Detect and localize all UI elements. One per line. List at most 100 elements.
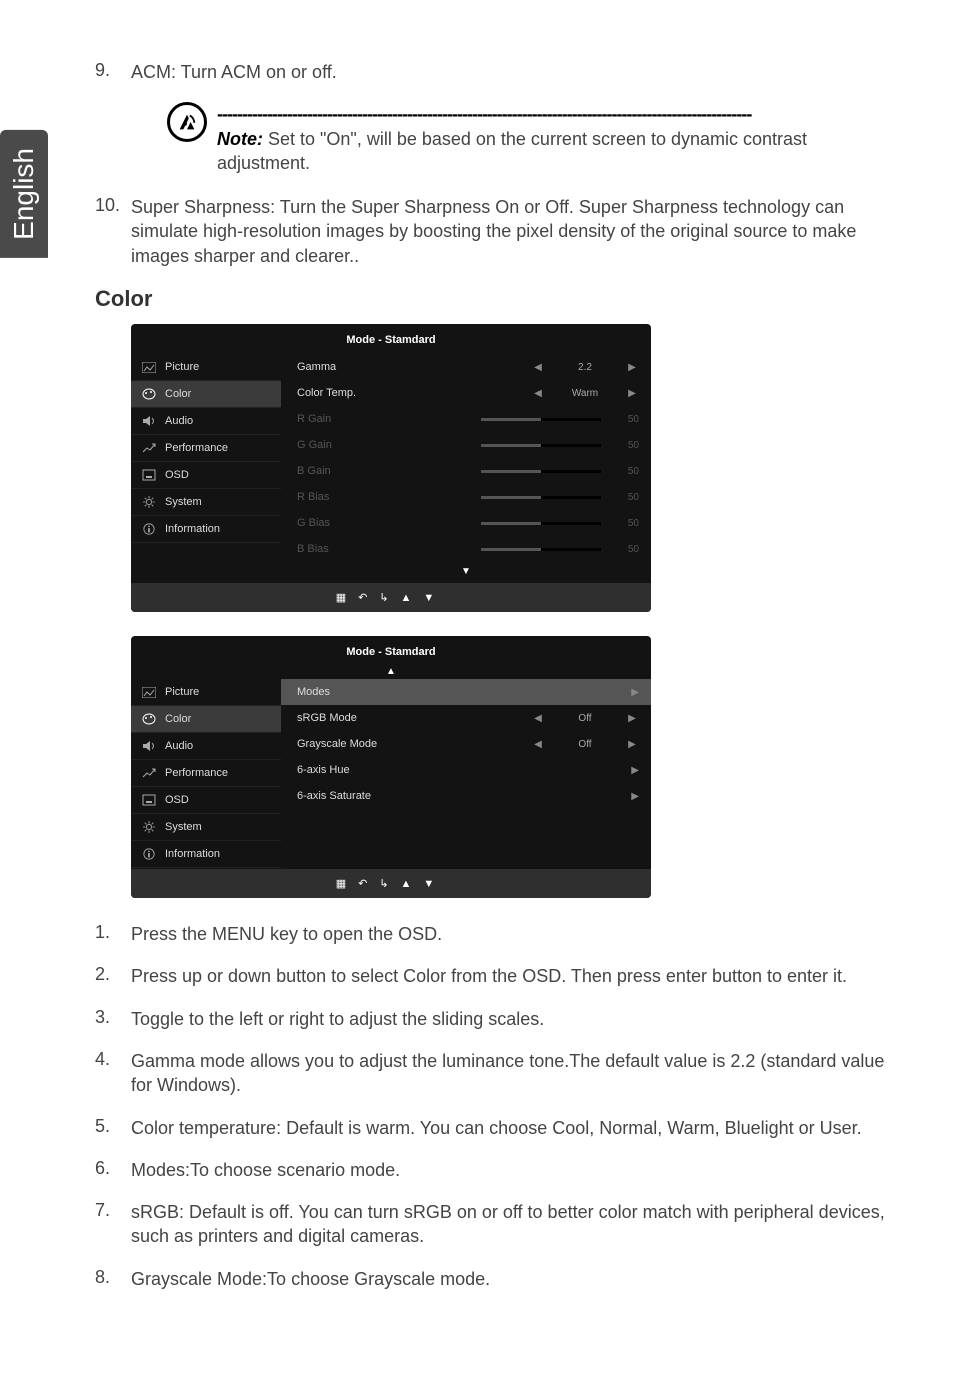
left-arrow-icon[interactable]: ◀ [531, 713, 545, 724]
nav-label: Information [165, 848, 220, 860]
note-dashes: ----------------------------------------… [217, 104, 751, 124]
item-number: 2. [95, 964, 131, 988]
list-item: 3.Toggle to the left or right to adjust … [95, 1007, 894, 1031]
nav-item-system[interactable]: System [131, 814, 281, 841]
slider-value: 50 [611, 466, 639, 477]
nav-item-color[interactable]: Color [131, 381, 281, 408]
row-grayscale[interactable]: Grayscale Mode ◀ Off ▶ [281, 731, 651, 757]
nav-item-picture[interactable]: Picture [131, 354, 281, 381]
setting-label: sRGB Mode [297, 712, 521, 724]
slider [481, 444, 601, 447]
setting-label: B Gain [297, 465, 471, 477]
nav-item-color[interactable]: Color [131, 706, 281, 733]
down-icon[interactable]: ▼ [423, 592, 446, 604]
section-heading-color: Color [95, 286, 894, 312]
nav-item-audio[interactable]: Audio [131, 408, 281, 435]
scroll-down-icon[interactable]: ▼ [281, 562, 651, 583]
row-gamma[interactable]: Gamma◀2.2▶ [281, 354, 651, 380]
item-number: 3. [95, 1007, 131, 1031]
row-6axis-hue[interactable]: 6-axis Hue▶ [281, 757, 651, 783]
right-arrow-icon[interactable]: ▶ [625, 388, 639, 399]
row-ggain: G Gain50 [281, 432, 651, 458]
right-arrow-icon[interactable]: ▶ [625, 739, 639, 750]
note-block: ----------------------------------------… [167, 102, 894, 175]
setting-label: 6-axis Saturate [297, 790, 615, 802]
left-arrow-icon[interactable]: ◀ [531, 388, 545, 399]
list-item: 2.Press up or down button to select Colo… [95, 964, 894, 988]
up-icon[interactable]: ▲ [401, 592, 424, 604]
right-arrow-icon[interactable]: ▶ [625, 713, 639, 724]
nav-item-performance[interactable]: Performance [131, 760, 281, 787]
list-item: 6.Modes:To choose scenario mode. [95, 1158, 894, 1182]
nav-item-performance[interactable]: Performance [131, 435, 281, 462]
speaker-icon [141, 415, 157, 427]
nav-label: OSD [165, 469, 189, 481]
item-text: Super Sharpness: Turn the Super Sharpnes… [131, 195, 894, 268]
row-modes[interactable]: Modes▶ [281, 679, 651, 705]
osd-footer: ▦↶↳▲▼ [131, 583, 651, 612]
nav-item-information[interactable]: Information [131, 516, 281, 543]
enter-icon[interactable]: ↳ [379, 878, 400, 890]
palette-icon [141, 388, 157, 400]
row-rgain: R Gain50 [281, 406, 651, 432]
nav-item-audio[interactable]: Audio [131, 733, 281, 760]
item-text: Gamma mode allows you to adjust the lumi… [131, 1049, 894, 1098]
left-arrow-icon[interactable]: ◀ [531, 739, 545, 750]
osd-icon [141, 794, 157, 806]
row-bgain: B Gain 50 [281, 458, 651, 484]
osd-nav: Picture Color Audio Performance OSD Syst… [131, 354, 281, 583]
item-number: 4. [95, 1049, 131, 1098]
osd-title: Mode - Stamdard [131, 324, 651, 354]
performance-icon [141, 767, 157, 779]
up-icon[interactable]: ▲ [401, 878, 424, 890]
list-item: 10. Super Sharpness: Turn the Super Shar… [95, 195, 894, 268]
scroll-up-icon[interactable]: ▲ [131, 666, 651, 679]
menu-icon[interactable]: ▦ [336, 592, 358, 604]
nav-item-osd[interactable]: OSD [131, 787, 281, 814]
nav-item-picture[interactable]: Picture [131, 679, 281, 706]
nav-label: System [165, 496, 202, 508]
osd-title: Mode - Stamdard [131, 636, 651, 666]
list-item: 8.Grayscale Mode:To choose Grayscale mod… [95, 1267, 894, 1291]
row-6axis-saturate[interactable]: 6-axis Saturate▶ [281, 783, 651, 809]
item-number: 8. [95, 1267, 131, 1291]
row-srgb[interactable]: sRGB Mode◀Off▶ [281, 705, 651, 731]
back-icon[interactable]: ↶ [358, 878, 379, 890]
setting-label: G Gain [297, 439, 471, 451]
numbered-list-bottom: 1.Press the MENU key to open the OSD. 2.… [95, 922, 894, 1291]
down-icon[interactable]: ▼ [423, 878, 446, 890]
back-icon[interactable]: ↶ [358, 592, 379, 604]
item-text: Press up or down button to select Color … [131, 964, 894, 988]
nav-item-system[interactable]: System [131, 489, 281, 516]
item-text: Toggle to the left or right to adjust th… [131, 1007, 894, 1031]
nav-label: Picture [165, 686, 199, 698]
item-text: Color temperature: Default is warm. You … [131, 1116, 894, 1140]
item-number: 5. [95, 1116, 131, 1140]
setting-value: Off [555, 739, 615, 750]
setting-label: G Bias [297, 517, 471, 529]
item-text: Modes:To choose scenario mode. [131, 1158, 894, 1182]
item-text: Grayscale Mode:To choose Grayscale mode. [131, 1267, 894, 1291]
slider-value: 50 [611, 544, 639, 555]
gear-icon [141, 821, 157, 833]
item-number: 7. [95, 1200, 131, 1249]
nav-item-osd[interactable]: OSD [131, 462, 281, 489]
setting-label: Grayscale Mode [297, 738, 521, 750]
speaker-icon [141, 740, 157, 752]
row-colortemp[interactable]: Color Temp.◀Warm▶ [281, 380, 651, 406]
right-arrow-icon[interactable]: ▶ [625, 362, 639, 373]
nav-label: Information [165, 523, 220, 535]
nav-item-information[interactable]: Information [131, 841, 281, 868]
chevron-right-icon: ▶ [625, 687, 639, 698]
menu-icon[interactable]: ▦ [336, 878, 358, 890]
item-text: Press the MENU key to open the OSD. [131, 922, 894, 946]
nav-label: Color [165, 713, 191, 725]
slider [481, 548, 601, 551]
item-text: ACM: Turn ACM on or off. [131, 60, 894, 84]
nav-label: Performance [165, 767, 228, 779]
osd-settings: Gamma◀2.2▶ Color Temp.◀Warm▶ R Gain50 G … [281, 354, 651, 583]
nav-label: Color [165, 388, 191, 400]
enter-icon[interactable]: ↳ [379, 592, 400, 604]
left-arrow-icon[interactable]: ◀ [531, 362, 545, 373]
list-item: 4.Gamma mode allows you to adjust the lu… [95, 1049, 894, 1098]
